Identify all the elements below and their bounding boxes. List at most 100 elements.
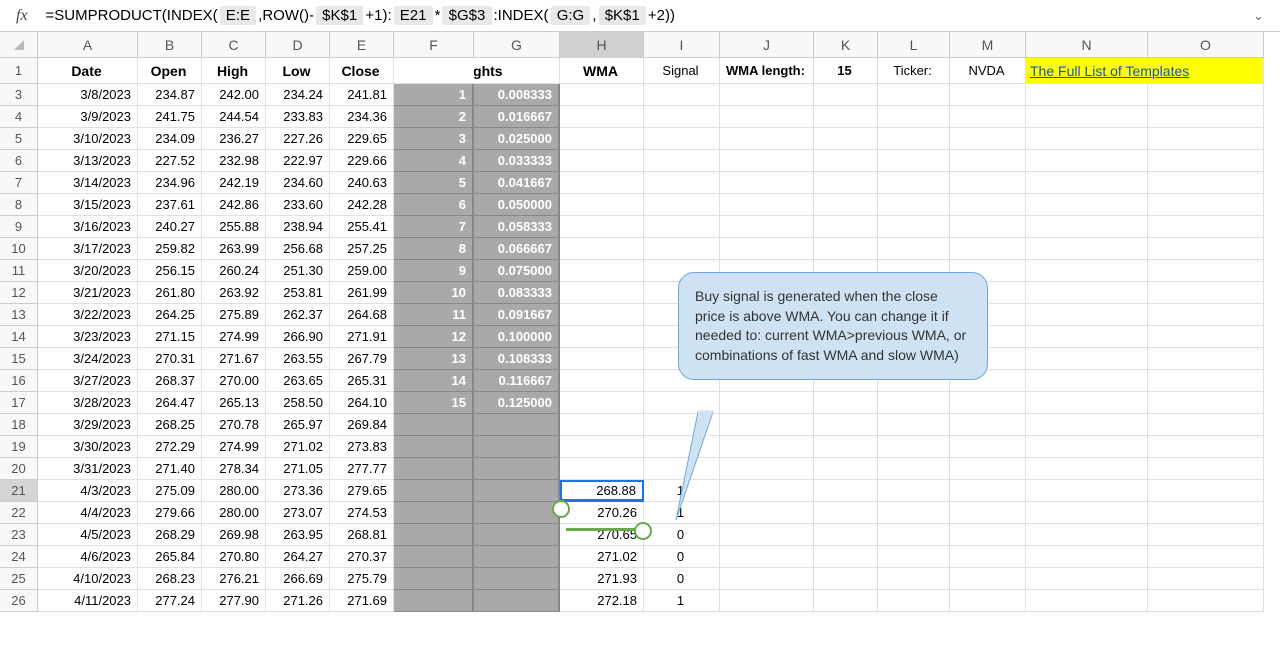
cell[interactable]: 4/4/2023 (38, 502, 138, 524)
cell[interactable] (394, 436, 474, 458)
cell[interactable] (878, 590, 950, 612)
cell[interactable] (560, 260, 644, 282)
cell[interactable] (1148, 524, 1264, 546)
cell[interactable] (950, 502, 1026, 524)
cell[interactable] (1026, 436, 1148, 458)
cell[interactable]: 13 (394, 348, 474, 370)
cell[interactable]: 12 (394, 326, 474, 348)
row-header[interactable]: 18 (0, 414, 38, 436)
cell[interactable]: 236.27 (202, 128, 266, 150)
cell[interactable]: 278.34 (202, 458, 266, 480)
cell[interactable]: 3/8/2023 (38, 84, 138, 106)
cell[interactable]: 271.40 (138, 458, 202, 480)
cell[interactable] (560, 282, 644, 304)
cell[interactable] (560, 238, 644, 260)
cell[interactable]: 227.52 (138, 150, 202, 172)
cell[interactable]: 267.79 (330, 348, 394, 370)
row-header[interactable]: 26 (0, 590, 38, 612)
cell[interactable]: 234.09 (138, 128, 202, 150)
cell[interactable]: 279.66 (138, 502, 202, 524)
cell[interactable] (1148, 348, 1264, 370)
row-header[interactable]: 8 (0, 194, 38, 216)
cell[interactable]: 271.26 (266, 590, 330, 612)
cell[interactable] (560, 436, 644, 458)
cell[interactable]: 242.19 (202, 172, 266, 194)
cell[interactable]: 0 (644, 546, 720, 568)
cell[interactable]: 273.83 (330, 436, 394, 458)
formula-input[interactable]: =SUMPRODUCT(INDEX( E:E ,ROW()- $K$1 +1):… (40, 3, 1242, 28)
cell[interactable] (474, 546, 560, 568)
cell[interactable]: 3/27/2023 (38, 370, 138, 392)
cell[interactable] (720, 458, 814, 480)
cell[interactable]: 272.18 (560, 590, 644, 612)
cell[interactable]: 271.05 (266, 458, 330, 480)
cell[interactable] (1026, 370, 1148, 392)
row-header[interactable]: 24 (0, 546, 38, 568)
cell[interactable]: 275.79 (330, 568, 394, 590)
cell[interactable]: 8 (394, 238, 474, 260)
cell[interactable] (394, 524, 474, 546)
cell[interactable]: 270.00 (202, 370, 266, 392)
cell[interactable]: NVDA (950, 58, 1026, 84)
cell[interactable] (560, 458, 644, 480)
cell[interactable] (1148, 392, 1264, 414)
cell[interactable] (644, 150, 720, 172)
cell[interactable]: 15 (394, 392, 474, 414)
cell[interactable]: 5 (394, 172, 474, 194)
cell[interactable] (814, 480, 878, 502)
cell[interactable]: 244.54 (202, 106, 266, 128)
cell[interactable]: 259.00 (330, 260, 394, 282)
cell[interactable] (720, 502, 814, 524)
cell[interactable] (814, 546, 878, 568)
cell[interactable] (560, 304, 644, 326)
col-header-I[interactable]: I (644, 32, 720, 58)
fx-icon[interactable]: fx (4, 7, 40, 25)
cell[interactable]: 238.94 (266, 216, 330, 238)
cell[interactable]: 3/24/2023 (38, 348, 138, 370)
row-header[interactable]: 19 (0, 436, 38, 458)
cell[interactable] (950, 172, 1026, 194)
row-header[interactable]: 9 (0, 216, 38, 238)
cell[interactable]: 266.90 (266, 326, 330, 348)
cell[interactable] (1148, 326, 1264, 348)
cell[interactable] (1148, 546, 1264, 568)
cell[interactable]: 265.13 (202, 392, 266, 414)
cell[interactable] (474, 414, 560, 436)
cell[interactable] (560, 128, 644, 150)
cell[interactable] (1148, 304, 1264, 326)
cell[interactable]: 270.37 (330, 546, 394, 568)
cell[interactable] (1026, 150, 1148, 172)
cell[interactable]: 4/6/2023 (38, 546, 138, 568)
cell[interactable]: 268.88 (560, 480, 644, 502)
col-header-B[interactable]: B (138, 32, 202, 58)
cell[interactable]: 3/20/2023 (38, 260, 138, 282)
cell[interactable]: 3/9/2023 (38, 106, 138, 128)
cell[interactable] (720, 238, 814, 260)
cell[interactable] (950, 194, 1026, 216)
cell[interactable]: 3/17/2023 (38, 238, 138, 260)
cell[interactable] (720, 524, 814, 546)
cell[interactable]: 263.95 (266, 524, 330, 546)
cell[interactable] (560, 414, 644, 436)
cell[interactable] (950, 546, 1026, 568)
cell[interactable]: 264.27 (266, 546, 330, 568)
row-header[interactable]: 21 (0, 480, 38, 502)
cell[interactable] (814, 458, 878, 480)
cell[interactable] (720, 590, 814, 612)
cell[interactable] (1026, 194, 1148, 216)
cell[interactable]: 266.69 (266, 568, 330, 590)
cell[interactable]: 242.00 (202, 84, 266, 106)
cell[interactable]: 263.65 (266, 370, 330, 392)
cell[interactable] (814, 216, 878, 238)
cell[interactable] (1026, 348, 1148, 370)
cell[interactable] (1026, 568, 1148, 590)
cell[interactable] (1148, 568, 1264, 590)
cell[interactable]: 264.47 (138, 392, 202, 414)
cell[interactable] (950, 392, 1026, 414)
cell[interactable] (950, 216, 1026, 238)
cell[interactable] (394, 546, 474, 568)
cell[interactable] (1148, 106, 1264, 128)
row-header[interactable]: 7 (0, 172, 38, 194)
cell[interactable]: 269.98 (202, 524, 266, 546)
cell[interactable] (878, 172, 950, 194)
